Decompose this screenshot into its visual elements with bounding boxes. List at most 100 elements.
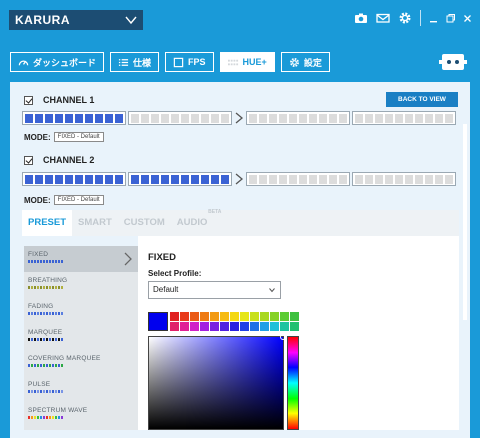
swatch-dot — [43, 364, 45, 367]
led — [95, 113, 103, 123]
palette-color[interactable] — [230, 322, 239, 331]
led-strip[interactable] — [22, 111, 126, 125]
tab-preset[interactable]: PRESET — [22, 210, 73, 236]
palette-color[interactable] — [210, 312, 219, 321]
effect-marquee[interactable]: MARQUEE — [24, 324, 138, 350]
palette-color[interactable] — [250, 312, 259, 321]
camera-icon[interactable] — [354, 11, 368, 25]
tab-fps[interactable]: FPS — [165, 52, 214, 72]
effect-fixed[interactable]: FIXED — [24, 246, 138, 272]
restore-button[interactable] — [446, 12, 455, 24]
swatch-dot — [61, 416, 63, 419]
palette-color[interactable] — [220, 322, 229, 331]
hue-device-icon[interactable] — [438, 52, 468, 72]
led — [141, 174, 149, 184]
palette-color[interactable] — [280, 312, 289, 321]
palette-color[interactable] — [210, 322, 219, 331]
effect-covering-marquee[interactable]: COVERING MARQUEE — [24, 350, 138, 376]
tab-hue-plus[interactable]: HUE+ — [219, 52, 275, 72]
tab-audio[interactable]: AUDIO BETA — [171, 209, 222, 236]
led — [375, 174, 383, 184]
swatch-dot — [46, 286, 48, 289]
swatch-dot — [61, 364, 63, 367]
palette-color[interactable] — [290, 322, 299, 331]
swatch-dot — [61, 338, 63, 341]
device-select[interactable]: KARURA — [9, 10, 143, 30]
profile-select[interactable]: Default — [148, 281, 281, 299]
mode-value: FIXED - Default — [53, 195, 104, 205]
tab-dashboard[interactable]: ダッシュボード — [10, 52, 105, 72]
palette-color[interactable] — [190, 322, 199, 331]
channel-1-checkbox[interactable] — [24, 95, 33, 105]
led — [201, 113, 209, 123]
led — [75, 174, 83, 184]
close-button[interactable] — [463, 12, 472, 24]
scrollbar[interactable] — [463, 124, 467, 320]
effect-breathing[interactable]: BREATHING — [24, 272, 138, 298]
palette-color[interactable] — [240, 322, 249, 331]
effect-fading[interactable]: FADING — [24, 298, 138, 324]
led-strip[interactable] — [352, 172, 456, 186]
swatch-dot — [58, 338, 60, 341]
swatch-dot — [28, 260, 30, 263]
palette-color[interactable] — [260, 312, 269, 321]
minimize-button[interactable] — [429, 12, 438, 24]
led — [55, 113, 63, 123]
effect-swatch — [28, 390, 138, 393]
led-strip[interactable] — [22, 172, 126, 186]
swatch-dot — [46, 416, 48, 419]
palette-color[interactable] — [290, 312, 299, 321]
palette-color[interactable] — [190, 312, 199, 321]
color-saturation-picker[interactable] — [148, 334, 286, 430]
swatch-dot — [61, 390, 63, 393]
tab-label: FPS — [188, 57, 206, 67]
palette-color[interactable] — [200, 312, 209, 321]
palette-color[interactable] — [270, 312, 279, 321]
channel-2-checkbox[interactable] — [24, 155, 33, 165]
palette-color[interactable] — [230, 312, 239, 321]
led — [171, 113, 179, 123]
led-strip[interactable] — [246, 111, 350, 125]
tab-settings[interactable]: 設定 — [280, 52, 330, 72]
palette-color[interactable] — [250, 322, 259, 331]
swatch-dot — [37, 338, 39, 341]
tab-smart[interactable]: SMART — [72, 210, 118, 236]
palette-color[interactable] — [180, 322, 189, 331]
palette-color[interactable] — [270, 322, 279, 331]
device-name: KARURA — [15, 13, 70, 27]
tab-specs[interactable]: 仕様 — [110, 52, 160, 72]
effect-pulse[interactable]: PULSE — [24, 376, 138, 402]
effect-spectrum-wave[interactable]: SPECTRUM WAVE — [24, 402, 138, 428]
back-to-view-button[interactable]: BACK TO VIEW — [386, 92, 458, 107]
effect-label: FADING — [28, 303, 54, 310]
swatch-dot — [28, 312, 30, 315]
hue-slider[interactable] — [287, 336, 299, 430]
mail-icon[interactable] — [376, 11, 390, 25]
led-strip[interactable] — [246, 172, 350, 186]
palette-color[interactable] — [200, 322, 209, 331]
led — [249, 113, 257, 123]
led — [279, 113, 287, 123]
picker-handle[interactable] — [280, 334, 286, 340]
chevron-right-icon — [235, 173, 244, 185]
palette-color[interactable] — [220, 312, 229, 321]
tab-custom[interactable]: CUSTOM — [118, 210, 171, 236]
led — [309, 174, 317, 184]
effect-label: SPECTRUM WAVE — [28, 407, 88, 414]
led — [115, 174, 123, 184]
palette-color[interactable] — [240, 312, 249, 321]
led-strip[interactable] — [128, 111, 232, 125]
palette-color[interactable] — [280, 322, 289, 331]
palette-color[interactable] — [170, 322, 179, 331]
swatch-dot — [31, 260, 33, 263]
led-strip[interactable] — [128, 172, 232, 186]
led-strip[interactable] — [352, 111, 456, 125]
app-window: KARURA ダッシュボード 仕様 FPS HUE+ 設定 CHANNEL 1 … — [0, 0, 480, 438]
effect-label: COVERING MARQUEE — [28, 355, 101, 362]
palette-color[interactable] — [170, 312, 179, 321]
swatch-dot — [37, 364, 39, 367]
swatch-dot — [40, 364, 42, 367]
palette-color[interactable] — [180, 312, 189, 321]
gear-icon[interactable] — [398, 11, 412, 25]
palette-color[interactable] — [260, 322, 269, 331]
